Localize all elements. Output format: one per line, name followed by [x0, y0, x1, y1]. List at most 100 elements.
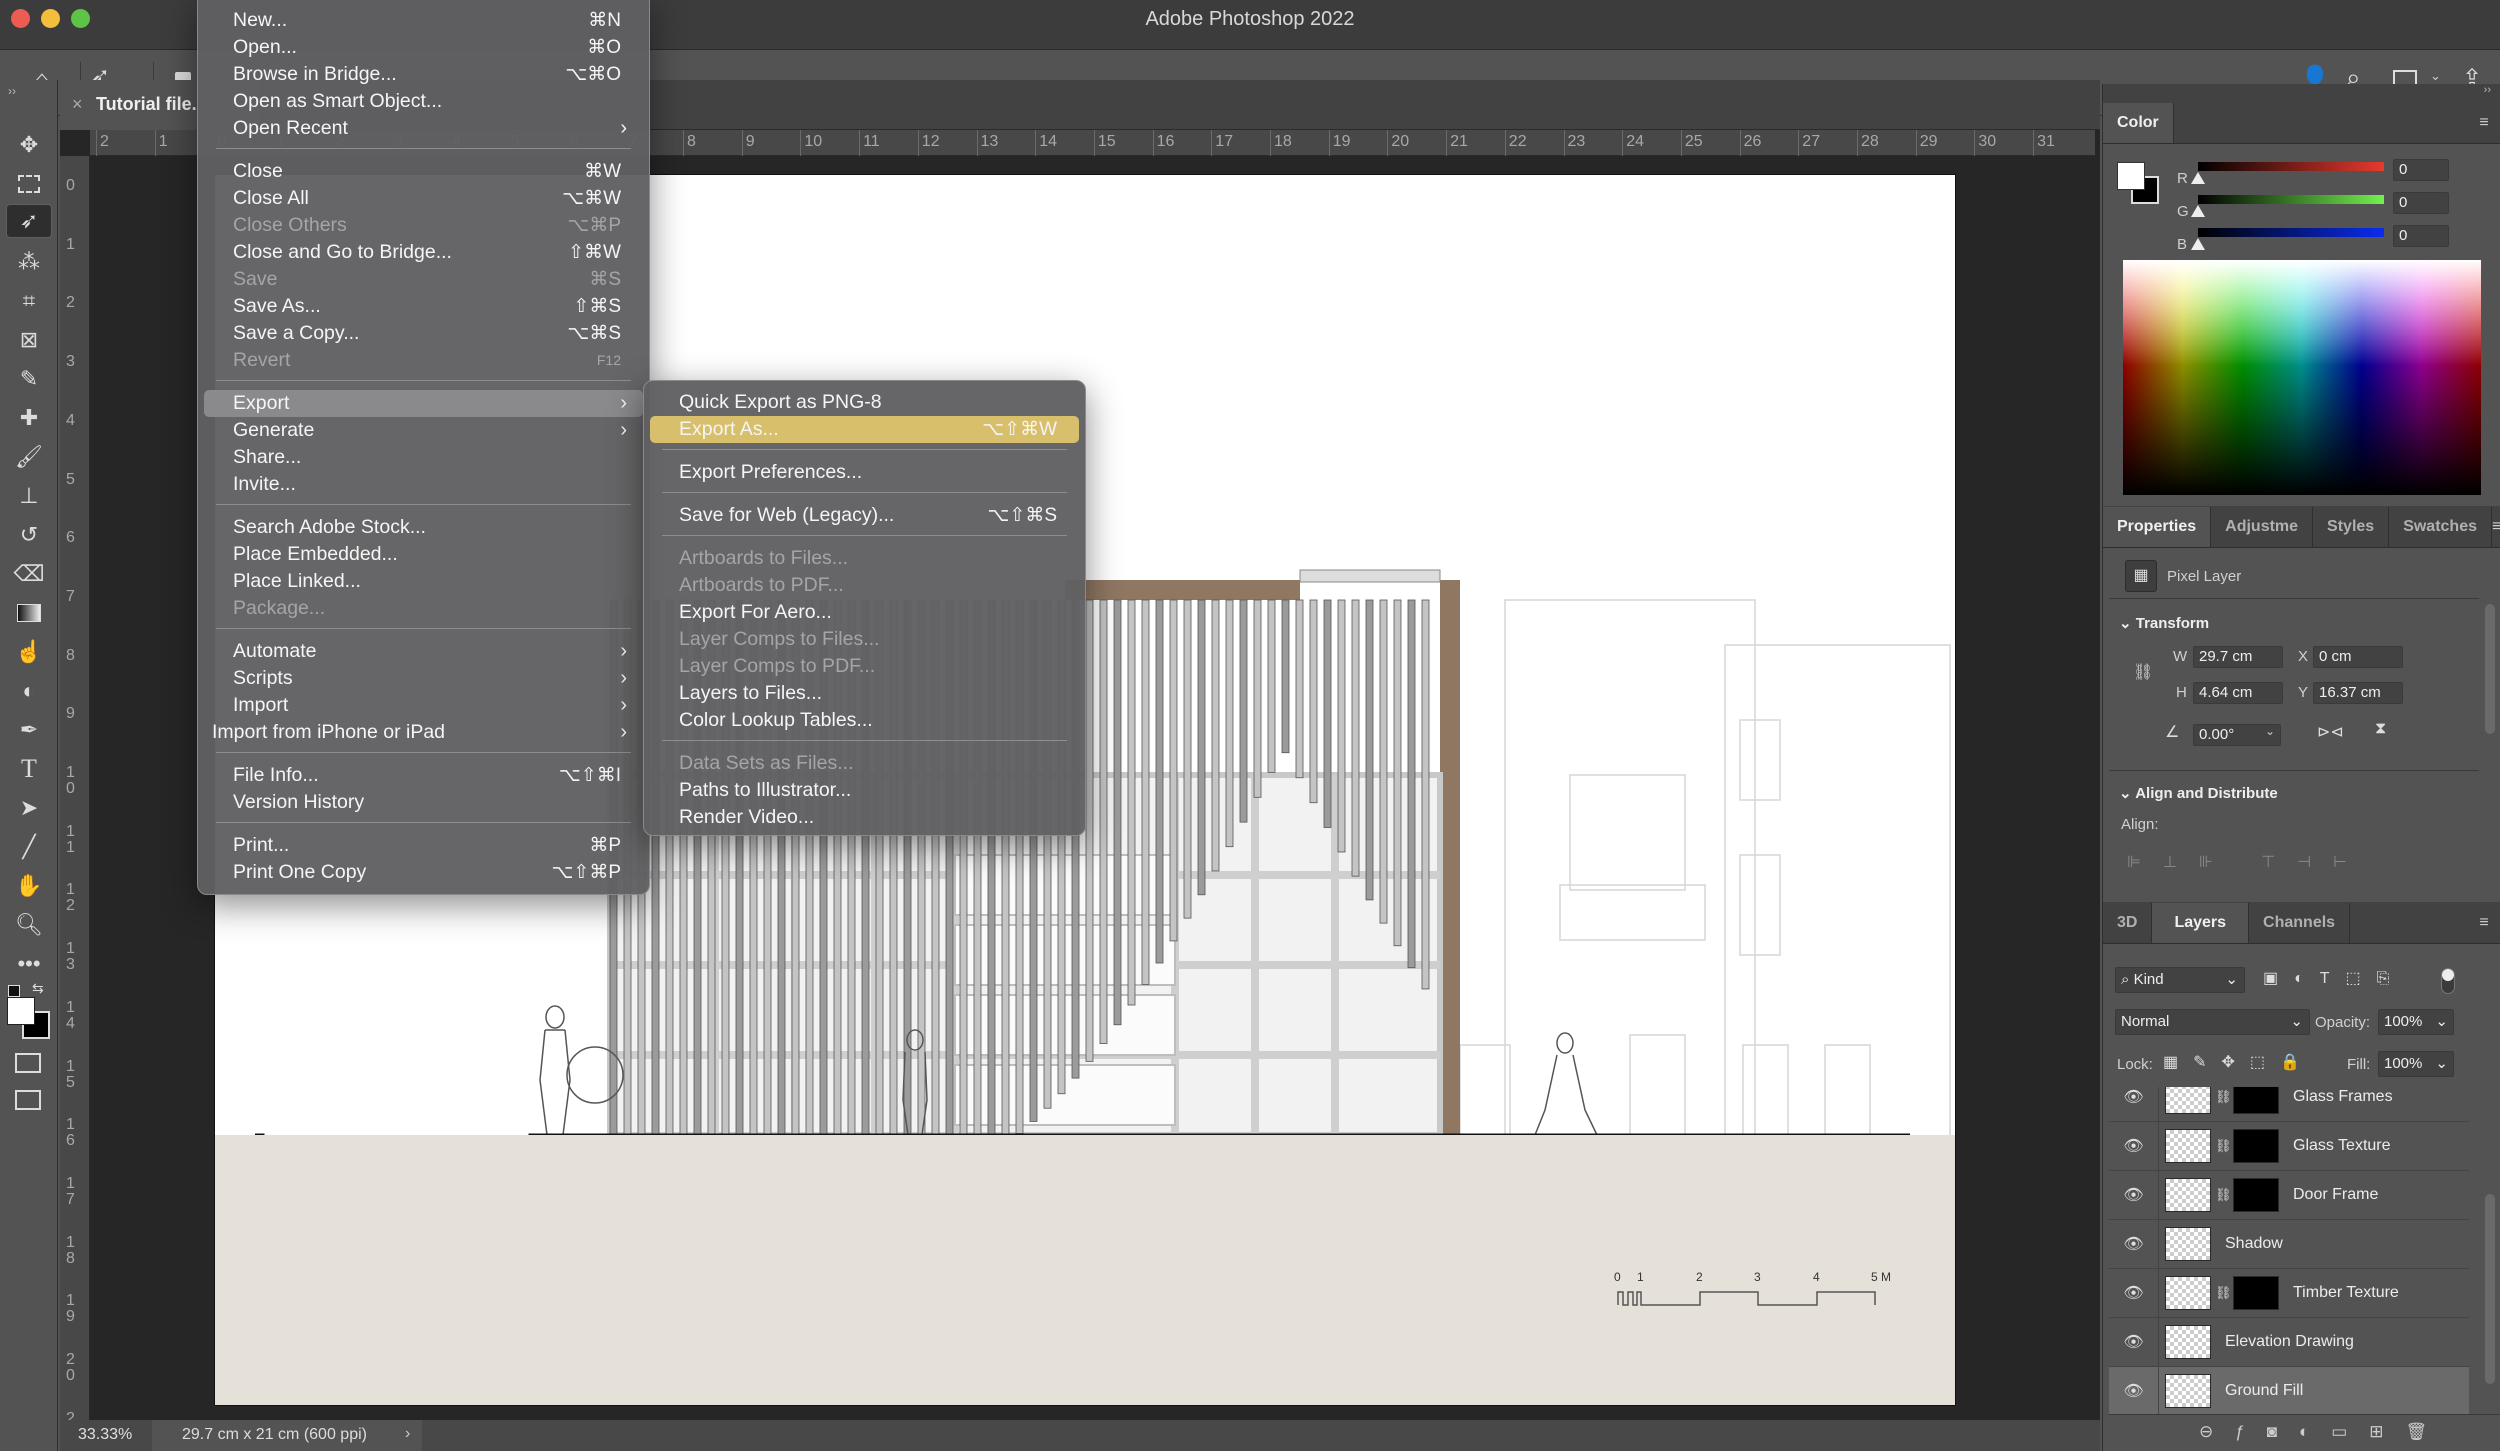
menu-item[interactable]: Color Lookup Tables... — [644, 707, 1085, 734]
screen-mode-icon[interactable] — [15, 1090, 41, 1110]
layer-filter-select[interactable]: ⌕ Kind ⌄ — [2115, 967, 2245, 993]
layer-row[interactable]: 👁 Shadow — [2109, 1219, 2469, 1269]
tab-channels[interactable]: Channels — [2249, 903, 2351, 943]
visibility-eye-icon[interactable]: 👁 — [2109, 1121, 2159, 1171]
menu-item[interactable]: Layers to Files... — [644, 680, 1085, 707]
layer-row[interactable]: 👁 ⛓ Glass Frames — [2109, 1087, 2469, 1122]
gradient-tool-icon[interactable] — [12, 596, 46, 630]
menu-item[interactable]: Quick Export as PNG-8 — [644, 389, 1085, 416]
visibility-eye-icon[interactable]: 👁 — [2109, 1268, 2159, 1318]
layer-mask-thumbnail[interactable] — [2233, 1178, 2279, 1212]
layer-mask-thumbnail[interactable] — [2233, 1087, 2279, 1114]
channel-slider[interactable] — [2198, 162, 2384, 171]
align-section-toggle[interactable]: ⌄ Align and Distribute — [2119, 784, 2278, 802]
healing-brush-icon[interactable]: ✚ — [12, 401, 46, 435]
menu-item[interactable]: Open as Smart Object... — [198, 88, 649, 115]
fill-field[interactable]: 100% ⌄ — [2378, 1051, 2454, 1077]
channel-value-field[interactable]: 0 — [2393, 192, 2449, 214]
mask-link-icon[interactable]: ⛓ — [2215, 1285, 2232, 1301]
type-tool-icon[interactable]: T — [12, 752, 46, 786]
channel-value-field[interactable]: 0 — [2393, 225, 2449, 247]
menu-item[interactable]: File Info... ⌥⇧⌘I — [198, 762, 649, 789]
menu-item[interactable]: Print One Copy ⌥⇧⌘P — [198, 859, 649, 886]
menu-item[interactable]: Invite... — [198, 471, 649, 498]
layer-row[interactable]: 👁 ⛓ Timber Texture — [2109, 1268, 2469, 1318]
foreground-color-swatch[interactable] — [2117, 162, 2145, 190]
menu-item[interactable]: Place Embedded... — [198, 541, 649, 568]
menu-item[interactable]: Export For Aero... — [644, 599, 1085, 626]
channel-value-field[interactable]: 0 — [2393, 159, 2449, 181]
visibility-eye-icon[interactable]: 👁 — [2109, 1219, 2159, 1269]
height-field[interactable]: 4.64 cm — [2193, 682, 2283, 704]
flip-vertical-icon[interactable]: ⧗ — [2375, 720, 2386, 738]
layers-scrollbar[interactable] — [2485, 1194, 2495, 1384]
menu-item[interactable]: Place Linked... — [198, 568, 649, 595]
pen-tool-icon[interactable]: ✒ — [12, 713, 46, 747]
layer-mask-thumbnail[interactable] — [2233, 1129, 2279, 1163]
layer-row[interactable]: 👁 ⛓ Door Frame — [2109, 1170, 2469, 1220]
tab-styles[interactable]: Styles — [2313, 507, 2390, 547]
align-buttons[interactable]: ⊫⊥⊪ ⊤⊣⊢ — [2127, 852, 2369, 872]
marquee-tool-icon[interactable] — [12, 167, 46, 201]
x-field[interactable]: 0 cm — [2313, 646, 2403, 668]
visibility-eye-icon[interactable]: 👁 — [2109, 1087, 2159, 1122]
menu-item[interactable]: Scripts › — [198, 665, 649, 692]
chevron-down-icon[interactable]: ⌄ — [2265, 724, 2275, 738]
eraser-icon[interactable]: ⌫ — [12, 557, 46, 591]
menu-item[interactable]: Browse in Bridge... ⌥⌘O — [198, 61, 649, 88]
color-spectrum[interactable] — [2123, 260, 2481, 495]
default-colors-icon[interactable] — [8, 985, 20, 997]
menu-item[interactable]: Close ⌘W — [198, 158, 649, 185]
line-tool-icon[interactable]: ╱ — [12, 830, 46, 864]
smudge-tool-icon[interactable]: ☝ — [12, 635, 46, 669]
menu-item[interactable]: Version History — [198, 789, 649, 816]
mask-link-icon[interactable]: ⛓ — [2215, 1138, 2232, 1154]
layer-row[interactable]: 👁 Ground Fill — [2109, 1366, 2469, 1414]
dodge-tool-icon[interactable]: ◐ — [12, 674, 46, 708]
tab-layers[interactable]: Layers — [2152, 903, 2250, 943]
menu-item[interactable]: Import from iPhone or iPad › — [198, 719, 649, 746]
menu-item[interactable]: Automate › — [198, 638, 649, 665]
slider-thumb[interactable] — [2191, 172, 2205, 184]
panel-menu-icon[interactable]: ≡ — [2475, 103, 2493, 143]
channel-slider[interactable] — [2198, 195, 2384, 204]
zoom-level[interactable]: 33.33% — [78, 1426, 132, 1444]
opacity-field[interactable]: 100% ⌄ — [2378, 1009, 2454, 1035]
menu-item[interactable]: Search Adobe Stock... — [198, 514, 649, 541]
layer-row[interactable]: 👁 ⛓ Glass Texture — [2109, 1121, 2469, 1171]
width-field[interactable]: 29.7 cm — [2193, 646, 2283, 668]
menu-item[interactable]: Save a Copy... ⌥⌘S — [198, 320, 649, 347]
layer-row[interactable]: 👁 Elevation Drawing — [2109, 1317, 2469, 1367]
crop-tool-icon[interactable]: ⌗ — [12, 284, 46, 318]
panel-menu-icon[interactable]: ≡ — [2475, 903, 2493, 943]
close-tab-icon[interactable]: × — [72, 94, 83, 115]
properties-scrollbar[interactable] — [2485, 604, 2495, 734]
link-dimensions-icon[interactable]: ⛓ — [2133, 662, 2153, 682]
brush-tool-icon[interactable]: 🖌 — [12, 440, 46, 474]
menu-item[interactable]: Generate › — [198, 417, 649, 444]
slider-thumb[interactable] — [2191, 205, 2205, 217]
blend-mode-select[interactable]: Normal ⌄ — [2115, 1009, 2310, 1035]
menu-item[interactable]: Share... — [198, 444, 649, 471]
menu-item[interactable]: Render Video... — [644, 804, 1085, 831]
menu-item[interactable]: New... ⌘N — [198, 7, 649, 34]
quick-mask-icon[interactable] — [15, 1053, 41, 1073]
path-selection-icon[interactable]: ➤ — [12, 791, 46, 825]
menu-item[interactable]: Export › — [198, 390, 649, 417]
expand-panel-icon[interactable]: ›› — [8, 84, 16, 98]
chevron-down-icon[interactable]: ⌄ — [2430, 68, 2441, 84]
lasso-tool-icon[interactable]: ➶ — [6, 204, 52, 238]
filter-toggle[interactable] — [2441, 968, 2455, 994]
move-tool-icon[interactable]: ✥ — [12, 128, 46, 162]
tab-swatches[interactable]: Swatches — [2389, 507, 2492, 547]
visibility-eye-icon[interactable]: 👁 — [2109, 1317, 2159, 1367]
swap-colors-icon[interactable]: ⇆ — [32, 980, 44, 997]
tab-properties[interactable]: Properties — [2103, 507, 2212, 547]
panel-menu-icon[interactable]: ≡ — [2492, 507, 2500, 547]
collapse-panels-icon[interactable]: ›› — [2103, 84, 2500, 102]
tab-3d[interactable]: 3D — [2103, 903, 2153, 943]
menu-item[interactable]: Close All ⌥⌘W — [198, 185, 649, 212]
vertical-ruler[interactable]: 0123456789101112131415161718192021 — [60, 156, 90, 1442]
menu-item[interactable]: Open Recent › — [198, 115, 649, 142]
clone-stamp-icon[interactable]: ⊥ — [12, 479, 46, 513]
